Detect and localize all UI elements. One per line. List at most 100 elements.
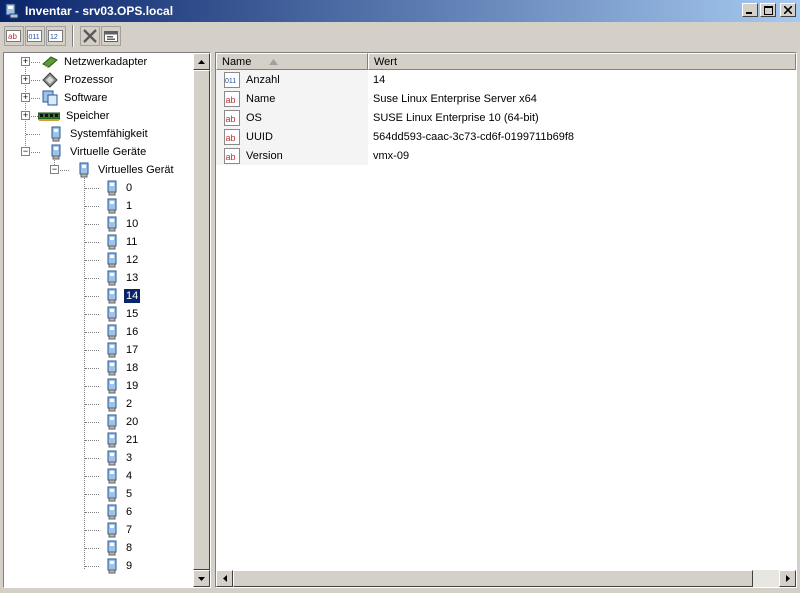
tree-node-device[interactable]: 1: [4, 197, 134, 215]
tree-node-device[interactable]: 9: [4, 557, 134, 575]
scroll-thumb[interactable]: [193, 70, 210, 570]
property-name: Name: [246, 92, 276, 105]
list-row[interactable]: ab UUID 564dd593-caac-3c73-cd6f-0199711b69…: [216, 127, 796, 146]
column-header-name[interactable]: Name: [216, 53, 368, 70]
name-cell: ab Version: [216, 146, 368, 165]
tree-node-label: Software: [64, 92, 108, 104]
value-cell: SUSE Linux Enterprise 10 (64-bit): [373, 111, 539, 124]
name-cell: ab Name: [216, 89, 368, 108]
name-cell: ab OS: [216, 108, 368, 127]
tree-node-device[interactable]: 21: [4, 431, 140, 449]
tree-node-label: Speicher: [66, 110, 110, 122]
tree-node-label: 8: [126, 542, 133, 554]
device-icon: [107, 270, 117, 286]
maximize-button[interactable]: [760, 3, 776, 17]
tree-node-device[interactable]: 13: [4, 269, 140, 287]
tree-node-virtuelles-geraet[interactable]: − Virtuelles Gerät: [4, 161, 176, 179]
device-icon: [107, 180, 117, 196]
tree-node-device[interactable]: 7: [4, 521, 134, 539]
expand-button[interactable]: +: [21, 93, 30, 102]
scroll-right-button[interactable]: [779, 570, 796, 587]
delete-button[interactable]: [80, 26, 100, 46]
list-row[interactable]: ab OS SUSE Linux Enterprise 10 (64-bit): [216, 108, 796, 127]
tree-node-device[interactable]: 4: [4, 467, 134, 485]
inventory-tree[interactable]: + Netzwerkadapter + Prozessor + Software…: [4, 53, 194, 587]
column-header-value[interactable]: Wert: [368, 53, 796, 70]
device-icon: [51, 144, 61, 160]
svg-text:ab: ab: [226, 133, 236, 143]
tree-node-device[interactable]: 16: [4, 323, 140, 341]
column-label: Name: [222, 55, 252, 68]
collapse-button[interactable]: −: [50, 165, 59, 174]
tree-node-device[interactable]: 6: [4, 503, 134, 521]
list-horizontal-scrollbar[interactable]: [216, 570, 796, 587]
tree-node-device[interactable]: 17: [4, 341, 140, 359]
tree-node-device[interactable]: 11: [4, 233, 139, 251]
collapse-button[interactable]: −: [21, 147, 30, 156]
new-string-value-button[interactable]: ab: [4, 26, 24, 46]
tree-node-label: 14: [122, 288, 142, 304]
tree-node-device[interactable]: 15: [4, 305, 140, 323]
tree-node-virtuelle-geraete[interactable]: − Virtuelle Geräte: [4, 143, 148, 161]
toolbar: ab 011 12: [0, 22, 800, 50]
device-icon: [107, 486, 117, 502]
tree-node-label: Virtuelle Geräte: [70, 146, 147, 158]
tree-node-speicher[interactable]: + Speicher: [4, 107, 111, 125]
expand-button[interactable]: +: [21, 111, 30, 120]
minimize-button[interactable]: [742, 3, 758, 17]
device-icon: [107, 324, 117, 340]
list-row[interactable]: ab Name Suse Linux Enterprise Server x64: [216, 89, 796, 108]
tree-node-device[interactable]: 20: [4, 413, 140, 431]
tree-node-device[interactable]: 2: [4, 395, 134, 413]
tree-node-prozessor[interactable]: + Prozessor: [4, 71, 116, 89]
tree-node-device[interactable]: 3: [4, 449, 134, 467]
list-row[interactable]: ab Version vmx-09: [216, 146, 796, 165]
tree-node-software[interactable]: + Software: [4, 89, 109, 107]
tree-node-label: 12: [126, 254, 139, 266]
new-binary-value-button[interactable]: 011: [25, 26, 45, 46]
device-icon: [107, 396, 117, 412]
device-icon: [107, 306, 117, 322]
binary-icon: 011: [224, 71, 240, 88]
svg-text:011: 011: [29, 34, 40, 41]
tree-node-systemfaehigkeit[interactable]: Systemfähigkeit: [4, 125, 150, 143]
close-button[interactable]: [780, 3, 796, 17]
arrow-up-icon: [198, 59, 205, 64]
tree-node-label: 6: [126, 506, 133, 518]
properties-button[interactable]: [101, 26, 121, 46]
tree-node-device[interactable]: 19: [4, 377, 140, 395]
scroll-left-button[interactable]: [216, 570, 233, 587]
tree-node-device[interactable]: 14: [4, 287, 142, 305]
device-icon: [107, 504, 117, 520]
scroll-thumb[interactable]: [233, 570, 753, 587]
tree-node-device[interactable]: 0: [4, 179, 134, 197]
value-cell: Suse Linux Enterprise Server x64: [373, 92, 537, 105]
tree-node-device[interactable]: 18: [4, 359, 140, 377]
new-number-value-button[interactable]: 12: [46, 26, 66, 46]
property-name: Version: [246, 149, 283, 162]
expand-button[interactable]: +: [21, 57, 30, 66]
svg-text:ab: ab: [226, 114, 236, 124]
svg-text:ab: ab: [226, 152, 236, 162]
scroll-up-button[interactable]: [193, 53, 210, 70]
device-icon: [107, 342, 117, 358]
tree-node-netzwerkadapter[interactable]: + Netzwerkadapter: [4, 53, 149, 71]
list-row[interactable]: 011 Anzahl 14: [216, 70, 796, 89]
expand-button[interactable]: +: [21, 75, 30, 84]
tree-node-label: 1: [126, 200, 133, 212]
processor-icon: [42, 72, 58, 88]
tree-node-label: Prozessor: [64, 74, 114, 86]
tree-vertical-scrollbar[interactable]: [193, 53, 210, 587]
tree-node-device[interactable]: 8: [4, 539, 134, 557]
device-icon: [107, 414, 117, 430]
device-icon: [107, 432, 117, 448]
device-icon: [107, 288, 117, 304]
tree-node-device[interactable]: 5: [4, 485, 134, 503]
tree-node-device[interactable]: 12: [4, 251, 140, 269]
tree-node-device[interactable]: 10: [4, 215, 140, 233]
tree-node-label: 4: [126, 470, 133, 482]
property-name: OS: [246, 111, 262, 124]
title-bar[interactable]: Inventar - srv03.OPS.local: [0, 0, 800, 22]
scroll-down-button[interactable]: [193, 570, 210, 587]
device-icon: [107, 198, 117, 214]
